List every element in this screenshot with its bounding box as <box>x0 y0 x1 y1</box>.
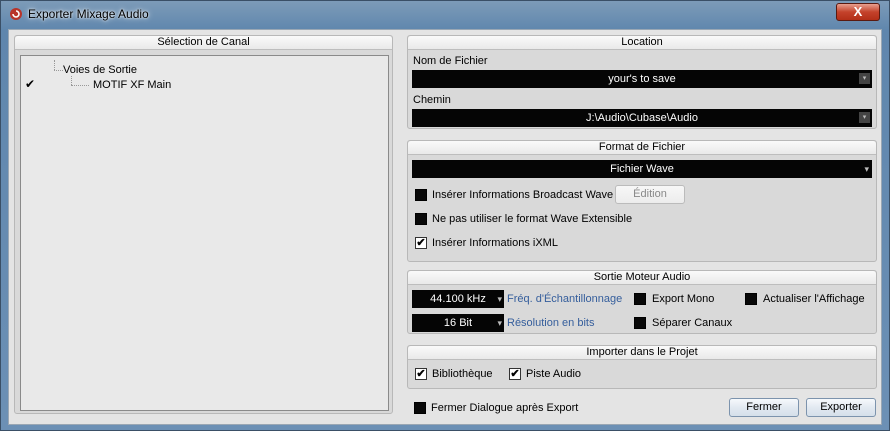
path-field[interactable]: J:\Audio\Cubase\Audio ▾ <box>412 109 872 127</box>
export-mono-label: Export Mono <box>652 293 715 305</box>
tree-item-checkbox[interactable]: ✔ <box>25 78 35 90</box>
path-value: J:\Audio\Cubase\Audio <box>586 112 698 124</box>
export-button[interactable]: Exporter <box>806 398 876 417</box>
tree-item-motif-xf-main[interactable]: MOTIF XF Main <box>93 79 171 91</box>
ixml-label: Insérer Informations iXML <box>432 237 558 249</box>
library-label: Bibliothèque <box>432 368 493 380</box>
cubase-app-icon <box>10 8 22 20</box>
tree-item-output-channels[interactable]: Voies de Sortie <box>63 64 137 76</box>
location-panel: Location Nom de Fichier your's to save ▾… <box>407 35 877 129</box>
bit-depth-select[interactable]: 16 Bit ▾ <box>412 314 504 332</box>
tree-connector <box>54 70 63 71</box>
split-channels-checkbox[interactable] <box>634 317 646 329</box>
chevron-down-icon[interactable]: ▾ <box>864 160 869 178</box>
channel-selection-panel: Sélection de Canal Voies de Sortie ✔ MOT… <box>14 35 393 414</box>
filename-label: Nom de Fichier <box>413 55 488 67</box>
window-close-button[interactable]: X <box>836 3 880 21</box>
sample-rate-label: Fréq. d'Échantillonnage <box>507 293 623 305</box>
chevron-down-icon[interactable]: ▾ <box>497 290 502 308</box>
close-after-export-label: Fermer Dialogue après Export <box>431 402 579 414</box>
split-channels-label: Séparer Canaux <box>652 317 733 329</box>
export-audio-mixdown-window: Exporter Mixage Audio X Sélection de Can… <box>0 0 890 431</box>
file-format-value: Fichier Wave <box>610 163 674 175</box>
window-title: Exporter Mixage Audio <box>28 7 149 21</box>
file-format-panel: Format de Fichier Fichier Wave ▾ Insérer… <box>407 140 877 262</box>
audio-track-label: Piste Audio <box>526 368 582 380</box>
ixml-checkbox[interactable]: ✔ <box>415 237 427 249</box>
update-display-checkbox[interactable] <box>745 293 757 305</box>
chevron-down-icon[interactable]: ▾ <box>859 112 870 123</box>
chevron-down-icon[interactable]: ▾ <box>859 73 870 84</box>
broadcast-wave-checkbox[interactable] <box>415 189 427 201</box>
dialog-body: Sélection de Canal Voies de Sortie ✔ MOT… <box>8 29 882 425</box>
import-into-project-panel: Importer dans le Projet ✔ Bibliothèque ✔… <box>407 345 877 389</box>
filename-field[interactable]: your's to save ▾ <box>412 70 872 88</box>
location-header: Location <box>408 36 876 50</box>
channel-tree[interactable]: Voies de Sortie ✔ MOTIF XF Main <box>20 55 389 411</box>
no-wave-extensible-checkbox[interactable] <box>415 213 427 225</box>
export-mono-checkbox[interactable] <box>634 293 646 305</box>
channel-selection-header: Sélection de Canal <box>15 36 392 50</box>
chevron-down-icon[interactable]: ▾ <box>497 314 502 332</box>
tree-connector <box>71 85 89 86</box>
sample-rate-value: 44.100 kHz <box>430 293 486 305</box>
title-bar[interactable]: Exporter Mixage Audio X <box>1 1 889 27</box>
tree-connector <box>54 60 55 70</box>
bit-depth-label: Résolution en bits <box>507 317 595 329</box>
edit-button[interactable]: Édition <box>615 185 685 204</box>
audio-track-checkbox[interactable]: ✔ <box>509 368 521 380</box>
update-display-label: Actualiser l'Affichage <box>763 293 865 305</box>
close-button[interactable]: Fermer <box>729 398 799 417</box>
library-checkbox[interactable]: ✔ <box>415 368 427 380</box>
file-format-select[interactable]: Fichier Wave ▾ <box>412 160 872 178</box>
close-after-export-checkbox[interactable] <box>414 402 426 414</box>
tree-connector <box>71 76 72 85</box>
import-into-project-header: Importer dans le Projet <box>408 346 876 360</box>
no-wave-extensible-label: Ne pas utiliser le format Wave Extensibl… <box>432 213 633 225</box>
filename-value: your's to save <box>608 73 676 85</box>
sample-rate-select[interactable]: 44.100 kHz ▾ <box>412 290 504 308</box>
audio-engine-output-panel: Sortie Moteur Audio 44.100 kHz ▾ Fréq. d… <box>407 270 877 334</box>
path-label: Chemin <box>413 94 451 106</box>
broadcast-wave-label: Insérer Informations Broadcast Wave <box>432 189 614 201</box>
bit-depth-value: 16 Bit <box>443 317 473 329</box>
file-format-header: Format de Fichier <box>408 141 876 155</box>
audio-engine-output-header: Sortie Moteur Audio <box>408 271 876 285</box>
